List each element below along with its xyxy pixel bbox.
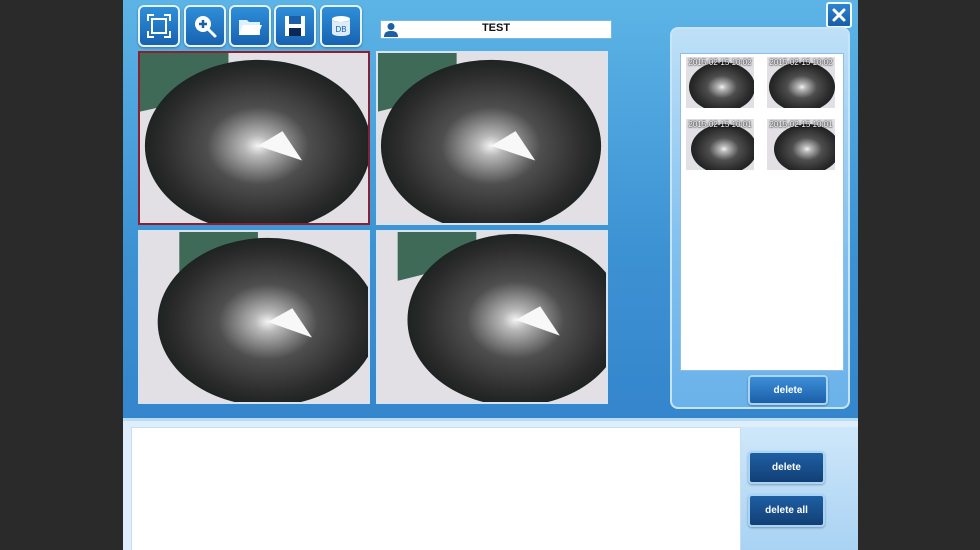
scalp-image <box>140 232 368 402</box>
scalp-image <box>378 53 606 223</box>
folder-open-icon <box>239 20 262 35</box>
close-icon <box>832 8 846 22</box>
viewport-4[interactable] <box>376 230 608 404</box>
fullscreen-button[interactable] <box>138 5 180 47</box>
save-icon <box>285 16 305 36</box>
user-bar: TEST <box>380 20 612 39</box>
database-button[interactable]: DB <box>320 5 362 47</box>
scalp-image <box>140 53 368 223</box>
thumbnail-panel: 2015-02-15 10:02 2015-02-15 10:02 2015-0… <box>670 27 850 409</box>
thumbnail-timestamp: 2015-02-15 10:02 <box>688 58 752 67</box>
bottom-panel: delete delete all <box>123 418 858 550</box>
thumbnail-item[interactable]: 2015-02-15 10:01 <box>767 119 835 170</box>
thumbnail-item[interactable]: 2015-02-15 10:01 <box>686 119 754 170</box>
thumbnail-item[interactable]: 2015-02-15 10:02 <box>767 57 835 108</box>
zoom-in-button[interactable] <box>184 5 226 47</box>
notes-field[interactable] <box>131 427 741 550</box>
fullscreen-icon <box>147 14 171 38</box>
app-window: DB TEST 2015-02-15 10:02 2015-02-15 10:0… <box>123 0 858 550</box>
close-button[interactable] <box>826 2 852 28</box>
viewport-3[interactable] <box>138 230 370 404</box>
bottom-actions: delete delete all <box>741 427 858 550</box>
viewport-2[interactable] <box>376 51 608 225</box>
thumbnail-timestamp: 2015-02-15 10:01 <box>769 120 833 129</box>
thumbnail-list: 2015-02-15 10:02 2015-02-15 10:02 2015-0… <box>680 53 844 371</box>
thumbnail-item[interactable]: 2015-02-15 10:02 <box>686 57 754 108</box>
scalp-image <box>378 232 606 402</box>
open-folder-button[interactable] <box>229 5 271 47</box>
thumbnail-timestamp: 2015-02-15 10:02 <box>769 58 833 67</box>
zoom-in-icon <box>195 16 217 38</box>
user-name: TEST <box>481 22 511 34</box>
thumbnail-timestamp: 2015-02-15 10:01 <box>688 120 752 129</box>
database-icon: DB <box>332 16 350 36</box>
delete-button[interactable]: delete <box>748 451 825 484</box>
save-button[interactable] <box>274 5 316 47</box>
database-label: DB <box>335 25 346 34</box>
delete-all-button[interactable]: delete all <box>748 494 825 527</box>
delete-thumbnail-button[interactable]: delete <box>748 375 828 405</box>
viewport-1[interactable] <box>138 51 370 225</box>
